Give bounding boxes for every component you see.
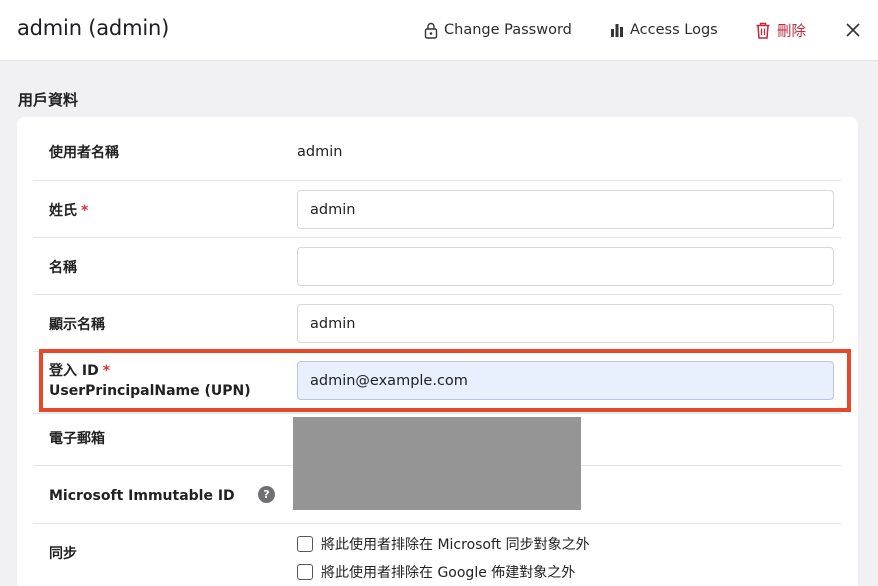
username-value: admin [297, 144, 343, 160]
login-id-label: 登入 ID * [49, 363, 111, 379]
immutable-id-label: Microsoft Immutable ID [49, 488, 235, 504]
exclude-google-label: 將此使用者排除在 Google 佈建對象之外 [321, 565, 576, 581]
lock-icon [424, 22, 438, 39]
access-logs-button[interactable]: Access Logs [610, 19, 718, 41]
username-label: 使用者名稱 [49, 145, 119, 161]
page-title: admin (admin) [17, 16, 170, 40]
first-name-input[interactable] [297, 247, 834, 286]
last-name-row: 姓氏 * [33, 181, 841, 238]
display-name-row: 顯示名稱 [33, 295, 841, 352]
change-password-button[interactable]: Change Password [424, 19, 572, 41]
trash-icon [756, 22, 770, 39]
bar-chart-icon [611, 24, 623, 37]
redacted-block [293, 417, 581, 510]
login-id-sublabel: UserPrincipalName (UPN) [49, 383, 251, 399]
exclude-microsoft-checkbox[interactable] [297, 536, 313, 552]
delete-label: 刪除 [777, 23, 806, 40]
display-name-label: 顯示名稱 [49, 317, 105, 333]
username-row: 使用者名稱 admin [33, 117, 841, 181]
section-title: 用戶資料 [18, 91, 79, 109]
help-icon[interactable]: ? [258, 486, 275, 503]
exclude-google-checkbox[interactable] [297, 564, 313, 580]
top-bar: admin (admin) Change Password Access Log… [0, 0, 878, 61]
display-name-input[interactable] [297, 304, 834, 343]
email-label: 電子郵箱 [49, 431, 105, 447]
login-id-row: 登入 ID * UserPrincipalName (UPN) [33, 352, 841, 414]
last-name-input[interactable] [297, 190, 834, 229]
exclude-microsoft-option[interactable]: 將此使用者排除在 Microsoft 同步對象之外 [297, 534, 590, 554]
delete-button[interactable]: 刪除 [755, 19, 806, 41]
change-password-label: Change Password [444, 22, 572, 38]
access-logs-label: Access Logs [630, 22, 718, 38]
required-marker: * [102, 363, 111, 379]
sync-label: 同步 [49, 546, 77, 562]
last-name-label: 姓氏 * [49, 203, 89, 219]
user-profile-card: 使用者名稱 admin 姓氏* 名稱 顯示名稱 登入 ID* UserPrinc… [17, 117, 858, 586]
first-name-label: 名稱 [49, 260, 77, 276]
exclude-microsoft-label: 將此使用者排除在 Microsoft 同步對象之外 [321, 537, 590, 553]
close-icon[interactable] [843, 20, 863, 40]
login-id-input[interactable] [297, 361, 834, 400]
exclude-google-option[interactable]: 將此使用者排除在 Google 佈建對象之外 [297, 562, 575, 582]
required-marker: * [81, 203, 89, 219]
first-name-row: 名稱 [33, 238, 841, 295]
